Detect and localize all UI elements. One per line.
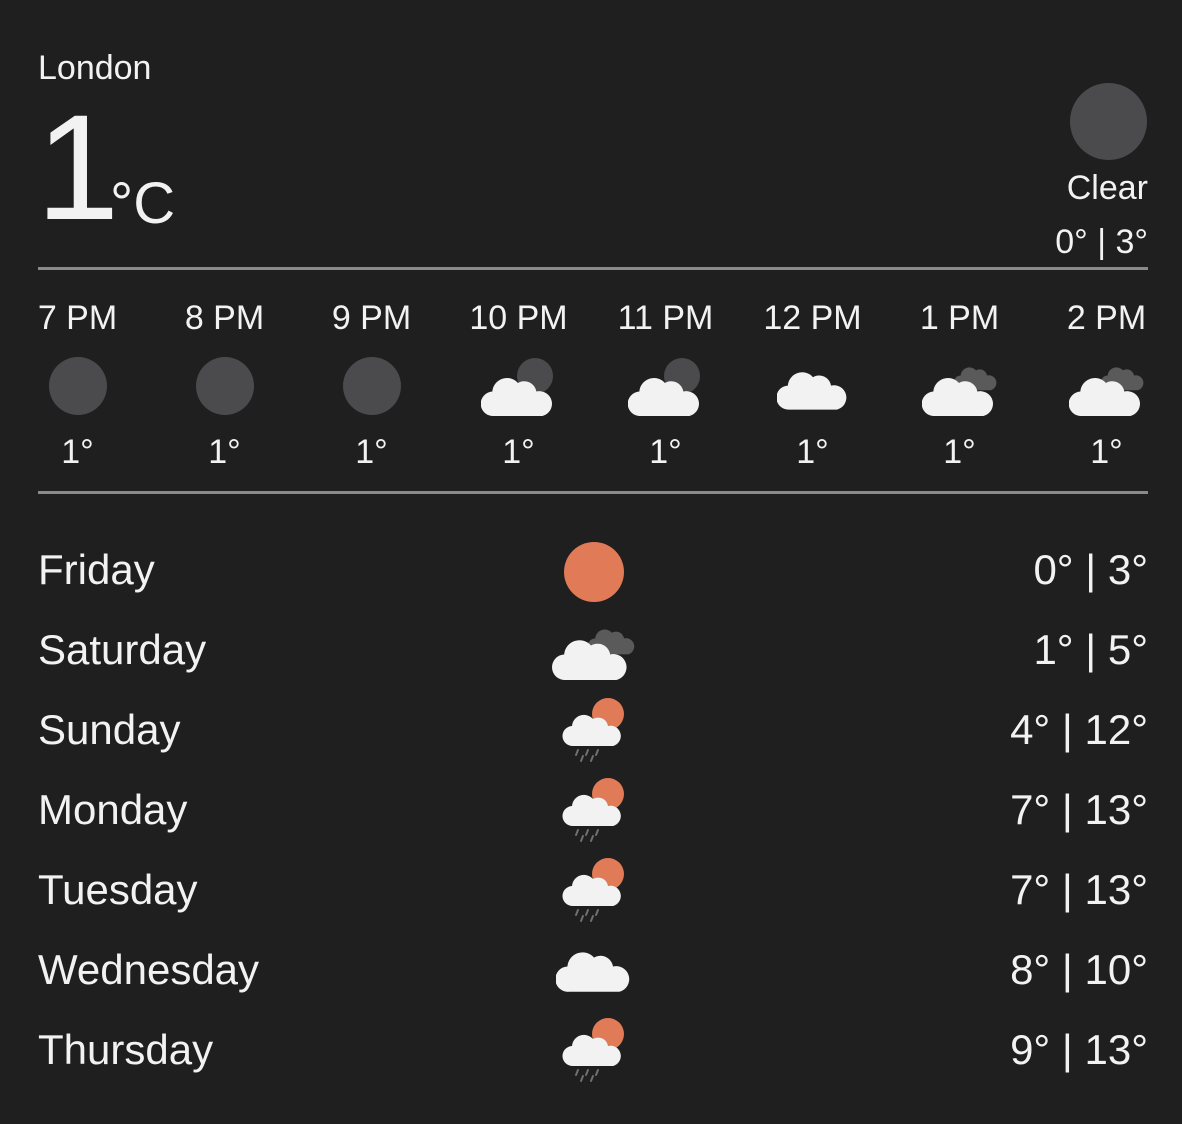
temperature-unit: °C — [110, 171, 176, 236]
daily-row: Wednesday 8° | 10° — [0, 928, 1182, 1008]
hourly-time: 12 PM — [763, 299, 862, 337]
daily-forecast: Friday 0° | 3° Saturday 1° | 5° Sunday 4… — [0, 528, 1182, 1088]
hourly-temp: 1° — [355, 433, 388, 471]
hourly-time: 11 PM — [617, 299, 714, 337]
hourly-item: 12 PM 1° — [739, 296, 886, 472]
hourly-item: 2 PM 1° — [1033, 296, 1180, 472]
sun-cloud-rain-icon — [562, 1018, 624, 1082]
daily-row: Friday 0° | 3° — [0, 528, 1182, 608]
moon-icon — [195, 357, 254, 415]
hourly-time: 7 PM — [37, 299, 118, 337]
daily-range: 0° | 3° — [1033, 546, 1148, 593]
current-temperature: 1 — [36, 83, 120, 251]
daily-range: 7° | 13° — [1010, 866, 1148, 913]
hourly-temp: 1° — [943, 433, 976, 471]
hourly-temp: 1° — [61, 433, 94, 471]
weather-widget: London 1 °C Clear 0° | 3° 7 PM 1° 8 PM 1… — [0, 0, 1182, 1124]
hourly-item: 1 PM 1° — [886, 296, 1033, 472]
cloud-dark-cloud-icon — [921, 367, 996, 416]
daily-day: Friday — [38, 546, 155, 593]
hourly-temp: 1° — [796, 433, 829, 471]
moon-icon — [342, 357, 401, 415]
divider-bottom — [38, 491, 1148, 494]
daily-row: Sunday 4° | 12° — [0, 688, 1182, 768]
hourly-item: 10 PM 1° — [445, 296, 592, 472]
daily-range: 9° | 13° — [1010, 1026, 1148, 1073]
divider-top — [38, 267, 1148, 270]
hourly-item: 11 PM 1° — [592, 296, 739, 472]
current-range: 0° | 3° — [1055, 223, 1148, 261]
cloud-dark-cloud-icon — [1068, 367, 1143, 416]
cloud-moon-icon — [627, 358, 700, 416]
hourly-temp: 1° — [649, 433, 682, 471]
daily-range: 1° | 5° — [1033, 626, 1148, 673]
hourly-item: 8 PM 1° — [151, 296, 298, 472]
sun-cloud-rain-icon — [562, 778, 624, 842]
sun-cloud-rain-icon — [562, 698, 624, 762]
daily-day: Tuesday — [38, 866, 198, 913]
daily-range: 8° | 10° — [1010, 946, 1148, 993]
cloud-dark-cloud-icon — [552, 629, 635, 680]
hourly-time: 1 PM — [919, 299, 1000, 337]
hourly-temp: 1° — [1090, 433, 1123, 471]
hourly-time: 2 PM — [1066, 299, 1147, 337]
hourly-time: 10 PM — [469, 299, 568, 337]
hourly-temp: 1° — [502, 433, 535, 471]
moon-icon — [48, 357, 107, 415]
hourly-item: 9 PM 1° — [298, 296, 445, 472]
daily-row: Monday 7° | 13° — [0, 768, 1182, 848]
daily-range: 7° | 13° — [1010, 786, 1148, 833]
hourly-forecast: 7 PM 1° 8 PM 1° 9 PM 1° 10 PM 1° 11 PM 1… — [4, 296, 1182, 476]
daily-day: Thursday — [38, 1026, 214, 1073]
hourly-time: 9 PM — [331, 299, 412, 337]
hourly-time: 8 PM — [184, 299, 265, 337]
daily-day: Sunday — [38, 706, 181, 753]
daily-range: 4° | 12° — [1010, 706, 1148, 753]
hourly-item: 7 PM 1° — [4, 296, 151, 472]
sun-icon — [564, 542, 624, 602]
current-condition: Clear — [1066, 169, 1148, 207]
sun-cloud-rain-icon — [562, 858, 624, 922]
daily-day: Saturday — [38, 626, 207, 673]
city-name: London — [38, 49, 152, 87]
cloud-icon — [556, 952, 630, 992]
hourly-temp: 1° — [208, 433, 241, 471]
cloud-icon — [776, 372, 846, 410]
daily-row: Saturday 1° | 5° — [0, 608, 1182, 688]
daily-row: Tuesday 7° | 13° — [0, 848, 1182, 928]
cloud-moon-icon — [480, 358, 553, 416]
daily-day: Wednesday — [38, 946, 260, 993]
daily-day: Monday — [38, 786, 188, 833]
moon-icon — [1069, 82, 1148, 161]
daily-row: Thursday 9° | 13° — [0, 1008, 1182, 1088]
